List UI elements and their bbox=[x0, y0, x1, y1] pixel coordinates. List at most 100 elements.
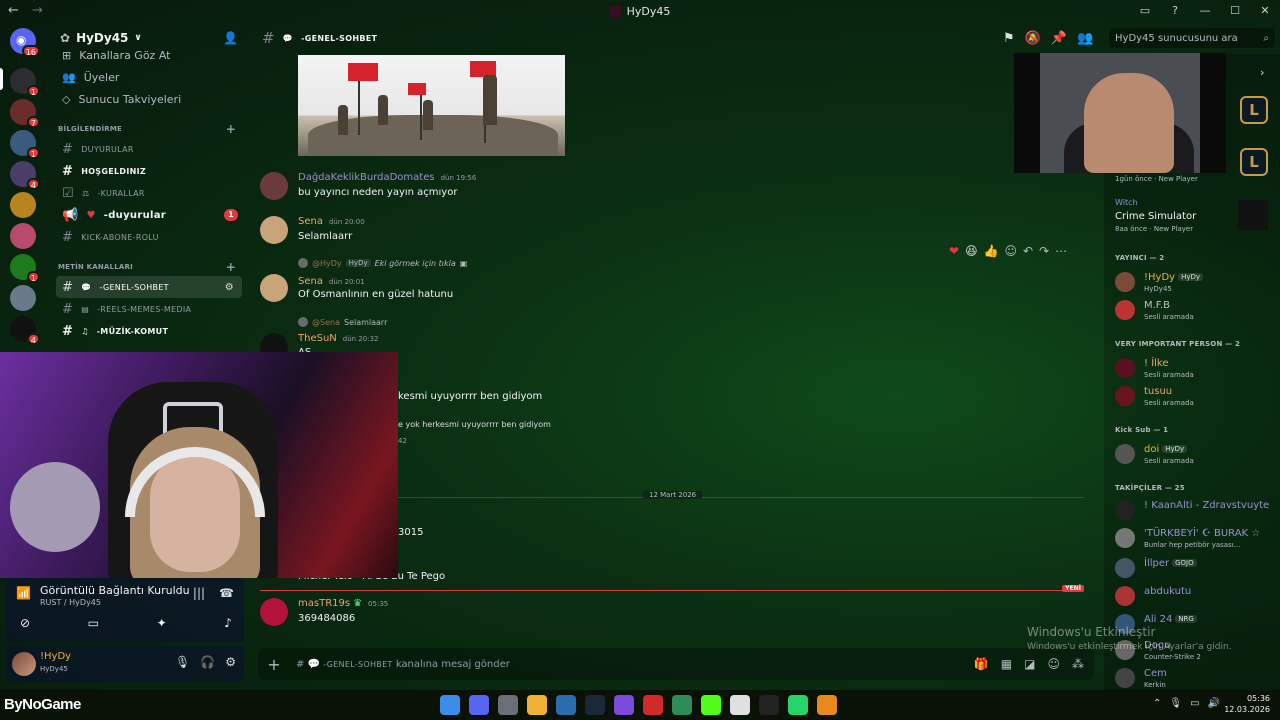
username[interactable]: Sena bbox=[298, 276, 323, 287]
volume-icon[interactable]: 🔊 bbox=[1208, 698, 1220, 709]
reply-preview[interactable]: @Sena Selamlaarr bbox=[298, 317, 387, 327]
username[interactable]: TheSuN bbox=[298, 333, 337, 344]
member-item[interactable]: ! KaanAlti - Zdravstvuyte bbox=[1115, 498, 1277, 526]
close-button[interactable]: ✕ bbox=[1250, 0, 1280, 22]
activity-card[interactable]: Witch Crime Simulator 8aa önce · New Pla… bbox=[1115, 198, 1196, 233]
camera-off-icon[interactable]: ⊘ bbox=[20, 616, 30, 630]
thumbs-up-reaction[interactable]: 👍 bbox=[984, 244, 999, 258]
message-image-attachment[interactable] bbox=[298, 55, 565, 156]
app-icon[interactable] bbox=[498, 695, 518, 715]
channel-genel-sohbet[interactable]: # 💬 -GENEL-SOHBET ⚙ bbox=[56, 276, 242, 298]
network-icon[interactable]: ▭ bbox=[1190, 698, 1199, 709]
add-channel-icon[interactable]: + bbox=[226, 260, 236, 274]
server-icon[interactable] bbox=[10, 285, 36, 311]
avatar[interactable] bbox=[260, 172, 288, 200]
server-boosts-link[interactable]: ◇ Sunucu Takviyeleri bbox=[52, 88, 246, 110]
voice-location[interactable]: RUST / HyDy45 bbox=[40, 598, 101, 607]
app-icon[interactable] bbox=[643, 695, 663, 715]
chrome-icon[interactable] bbox=[730, 695, 750, 715]
start-icon[interactable] bbox=[440, 695, 460, 715]
more-icon[interactable]: ⋯ bbox=[1055, 244, 1067, 258]
user-name[interactable]: !HyDy bbox=[40, 651, 71, 662]
channel-muzik-komut[interactable]: # ♫ -MÜZİK-KOMUT bbox=[52, 320, 246, 342]
maximize-button[interactable]: ☐ bbox=[1220, 0, 1250, 22]
forward-icon[interactable]: ↷ bbox=[1039, 244, 1049, 258]
activity-card[interactable]: 1gün önce · New Player bbox=[1115, 172, 1198, 183]
league-icon[interactable]: L bbox=[1240, 96, 1268, 124]
member-item[interactable]: !HyDy HyDy HyDy45 bbox=[1115, 270, 1277, 298]
browse-channels[interactable]: ⊞ Kanallara Göz At bbox=[52, 44, 246, 66]
avatar[interactable] bbox=[260, 274, 288, 302]
members-link[interactable]: 👥 Üyeler bbox=[52, 66, 246, 88]
member-item[interactable]: doi HyDy Sesli aramada bbox=[1115, 442, 1277, 470]
back-arrow-icon[interactable]: ← bbox=[8, 3, 19, 18]
inbox-icon[interactable]: ▭ bbox=[1130, 0, 1160, 22]
sticker-icon[interactable]: ◪ bbox=[1024, 657, 1035, 671]
kick-icon[interactable] bbox=[701, 695, 721, 715]
server-icon[interactable]: 1 bbox=[10, 254, 40, 283]
category-text-channels[interactable]: METİN KANALLARI + bbox=[52, 248, 246, 276]
member-item[interactable]: tusuu Sesli aramada bbox=[1115, 384, 1277, 412]
voice-status[interactable]: Görüntülü Bağlantı Kuruldu bbox=[40, 584, 190, 597]
emoji-icon[interactable]: ☺ bbox=[1047, 657, 1060, 671]
avatar[interactable] bbox=[12, 652, 36, 676]
add-channel-icon[interactable]: + bbox=[226, 122, 236, 136]
search-input[interactable]: HyDy45 sunucusunu ara ⌕ bbox=[1109, 28, 1275, 48]
attach-plus-icon[interactable]: + bbox=[258, 655, 290, 674]
channel-settings-icon[interactable]: ⚙ bbox=[225, 282, 234, 293]
add-reaction-icon[interactable]: ☺ bbox=[1005, 244, 1018, 258]
discord-icon[interactable] bbox=[469, 695, 489, 715]
channel-duyurular-announce[interactable]: 📢 ♥ -duyurular 1 bbox=[52, 204, 246, 226]
chevron-right-icon[interactable]: › bbox=[1260, 66, 1264, 79]
pin-icon[interactable]: 📌 bbox=[1051, 31, 1067, 46]
explorer-icon[interactable] bbox=[527, 695, 547, 715]
store-icon[interactable] bbox=[556, 695, 576, 715]
mute-icon[interactable]: 🔕 bbox=[1025, 31, 1041, 46]
gear-icon[interactable]: ⚙ bbox=[225, 655, 236, 669]
category-info[interactable]: BİLGİLENDİRME + bbox=[52, 110, 246, 138]
server-icon[interactable]: 7 bbox=[10, 99, 40, 128]
laugh-reaction[interactable]: 😆 bbox=[965, 244, 978, 258]
mic-tray-icon[interactable]: 🎙 bbox=[1169, 698, 1182, 709]
microphone-icon[interactable]: 🎙 bbox=[175, 655, 190, 669]
league-icon[interactable]: L bbox=[1240, 148, 1268, 176]
server-icon[interactable]: 1 bbox=[10, 130, 40, 159]
server-icon[interactable]: 4 bbox=[10, 161, 40, 190]
server-icon[interactable]: 4 bbox=[10, 316, 40, 345]
soundboard-icon[interactable]: ♪ bbox=[224, 616, 232, 630]
message-composer[interactable]: + # 💬 -GENEL-SOHBET kanalına mesaj gönde… bbox=[258, 648, 1094, 680]
reply-icon[interactable]: ↶ bbox=[1023, 244, 1033, 258]
channel-hosgeldiniz[interactable]: # HOŞGELDINIZ bbox=[52, 160, 246, 182]
minimize-button[interactable]: — bbox=[1190, 0, 1220, 22]
gif-icon[interactable]: ▦ bbox=[1001, 657, 1012, 671]
channel-kick-abone-rolu[interactable]: # KICK-ABONE-ROLU bbox=[52, 226, 246, 248]
app-icon[interactable] bbox=[817, 695, 837, 715]
whatsapp-icon[interactable] bbox=[788, 695, 808, 715]
home-button[interactable]: ◉ 16 bbox=[10, 28, 40, 57]
disconnect-icon[interactable]: ☎ bbox=[219, 586, 234, 600]
threads-icon[interactable]: ⚑ bbox=[1003, 31, 1015, 46]
channel-reels-memes-media[interactable]: # ▤ -REELS-MEMES-MEDIA bbox=[52, 298, 246, 320]
activities-icon[interactable]: ✦ bbox=[157, 616, 167, 630]
reply-preview[interactable]: @HyDy HyDy Eki görmek için tıkla ▣ bbox=[298, 258, 467, 268]
avatar[interactable] bbox=[260, 216, 288, 244]
app-icon[interactable] bbox=[759, 695, 779, 715]
heart-reaction[interactable]: ❤ bbox=[949, 244, 959, 258]
member-item[interactable]: abdukutu bbox=[1115, 584, 1277, 612]
avatar[interactable] bbox=[260, 598, 288, 626]
username[interactable]: DağdaKeklikBurdaDomates bbox=[298, 172, 435, 183]
app-icon[interactable] bbox=[672, 695, 692, 715]
app-icon[interactable] bbox=[614, 695, 634, 715]
member-list-icon[interactable]: 👥 bbox=[1077, 31, 1093, 46]
channel-duyurular[interactable]: # DUYURULAR bbox=[52, 138, 246, 160]
noise-suppression-icon[interactable]: ||| bbox=[193, 586, 205, 600]
headphones-icon[interactable]: 🎧 bbox=[200, 655, 215, 669]
steam-icon[interactable] bbox=[585, 695, 605, 715]
clock[interactable]: 05:36 12.03.2026 bbox=[1224, 693, 1270, 715]
member-item[interactable]: 'TÜRKBEYİ' ☪ BURAK ☆ Bunlar hep petibör y… bbox=[1115, 526, 1277, 554]
apps-icon[interactable]: ⁂ bbox=[1072, 657, 1084, 671]
member-item[interactable]: İllper GOJO bbox=[1115, 556, 1277, 584]
gift-icon[interactable]: 🎁 bbox=[974, 657, 989, 671]
username[interactable]: Sena bbox=[298, 216, 323, 227]
member-item[interactable]: M.F.B Sesli aramada bbox=[1115, 298, 1277, 326]
